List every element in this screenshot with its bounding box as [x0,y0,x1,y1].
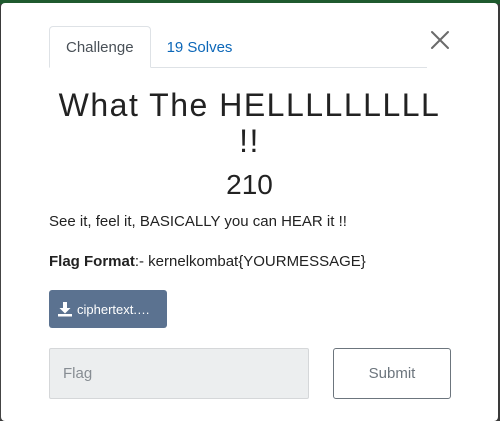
download-file-button[interactable]: ciphertext.… [49,290,167,328]
tab-solves[interactable]: 19 Solves [151,26,249,68]
close-button[interactable] [427,27,453,53]
challenge-points: 210 [226,169,273,200]
flag-input[interactable] [49,348,309,399]
download-file-label: ciphertext.… [77,301,150,317]
tab-challenge-label: Challenge [66,38,134,56]
flag-format-label: Flag Format [49,253,135,270]
tab-challenge[interactable]: Challenge [49,26,151,68]
challenge-title-line1: What The HELLLLLLLLL [58,87,441,123]
submit-button[interactable]: Submit [333,348,451,399]
flag-format-value: :- kernelkombat{YOURMESSAGE} [134,253,366,270]
close-icon [431,31,449,49]
challenge-title: What The HELLLLLLLLL !! [1,87,498,159]
challenge-title-line2: !! [239,123,260,159]
challenge-modal: Challenge 19 Solves What The HELLLLLLLLL… [1,3,498,421]
challenge-tabs: Challenge 19 Solves [49,26,427,68]
download-icon [58,302,72,317]
flag-format-text: Flag Format:- kernelkombat{YOURMESSAGE} [49,253,469,270]
tab-solves-label: 19 Solves [166,38,233,56]
challenge-description: See it, feel it, BASICALLY you can HEAR … [49,213,347,230]
